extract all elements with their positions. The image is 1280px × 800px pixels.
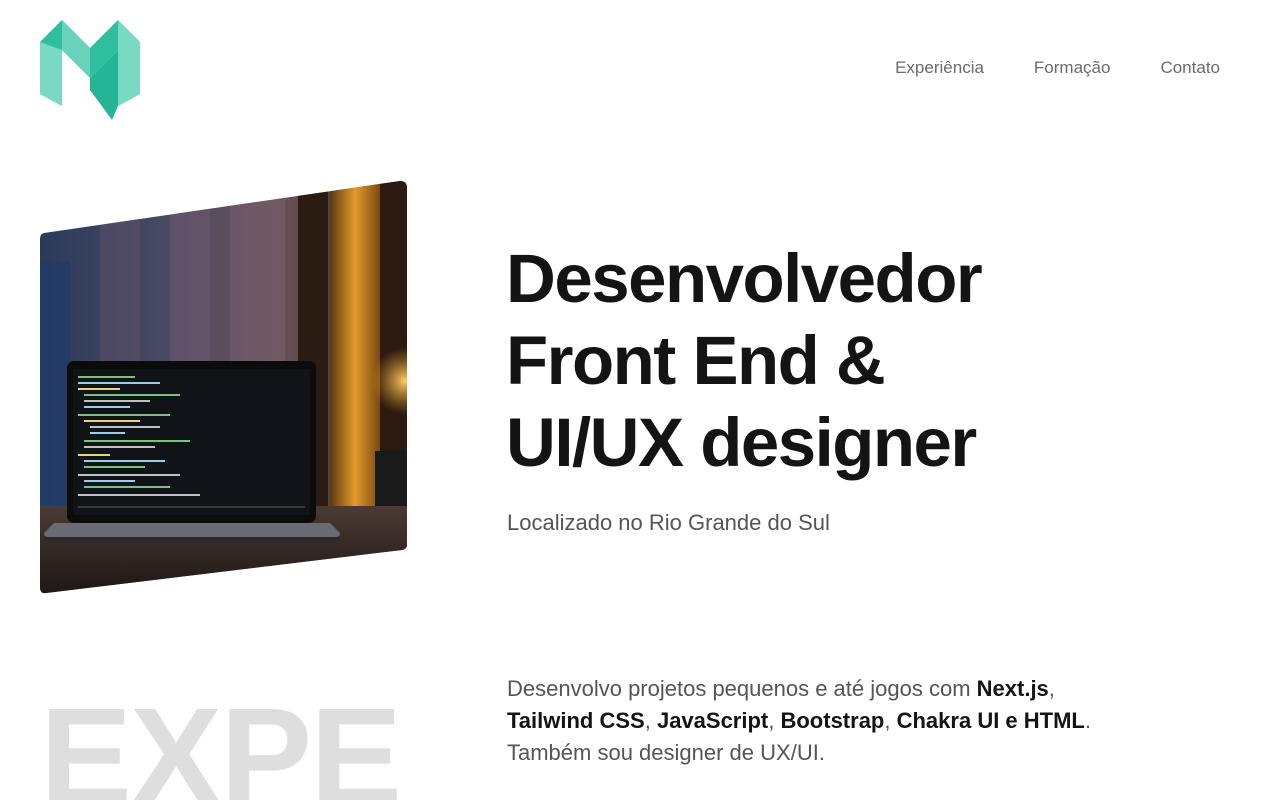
- bio-separator: ,: [884, 708, 897, 733]
- bio-separator: ,: [1048, 676, 1055, 701]
- m-logo-icon[interactable]: [40, 20, 140, 120]
- tech-item: Bootstrap: [780, 708, 885, 733]
- tech-item: Next.js: [976, 676, 1049, 701]
- hero-title-line: UI/UX designer: [506, 404, 977, 481]
- hero-title-line: Front End &: [506, 322, 886, 399]
- hero-subtitle: Localizado no Rio Grande do Sul: [507, 510, 830, 535]
- tech-item: Tailwind CSS: [507, 708, 645, 733]
- hero-title-line: Desenvolvedor: [506, 240, 983, 317]
- bio-separator: ,: [768, 708, 781, 733]
- nav-link-formacao[interactable]: Formação: [1034, 58, 1111, 78]
- bio-paragraph: Desenvolvo projetos pequenos e até jogos…: [507, 673, 1127, 769]
- bio-separator: ,: [644, 708, 657, 733]
- tech-item: JavaScript: [656, 708, 769, 733]
- nav-link-contato[interactable]: Contato: [1160, 58, 1220, 78]
- hero-laptop-image: [40, 181, 407, 594]
- bio-intro: Desenvolvo projetos pequenos e até jogos…: [507, 676, 977, 701]
- tech-item: Chakra UI e HTML: [896, 708, 1085, 733]
- main-nav: Experiência Formação Contato: [895, 58, 1220, 78]
- hero-title: Desenvolvedor Front End & UI/UX designer: [506, 238, 1206, 484]
- section-watermark: EXPE: [40, 680, 402, 800]
- page: Experiência Formação Contato Desenvolved…: [0, 0, 1280, 800]
- nav-link-experiencia[interactable]: Experiência: [895, 58, 984, 78]
